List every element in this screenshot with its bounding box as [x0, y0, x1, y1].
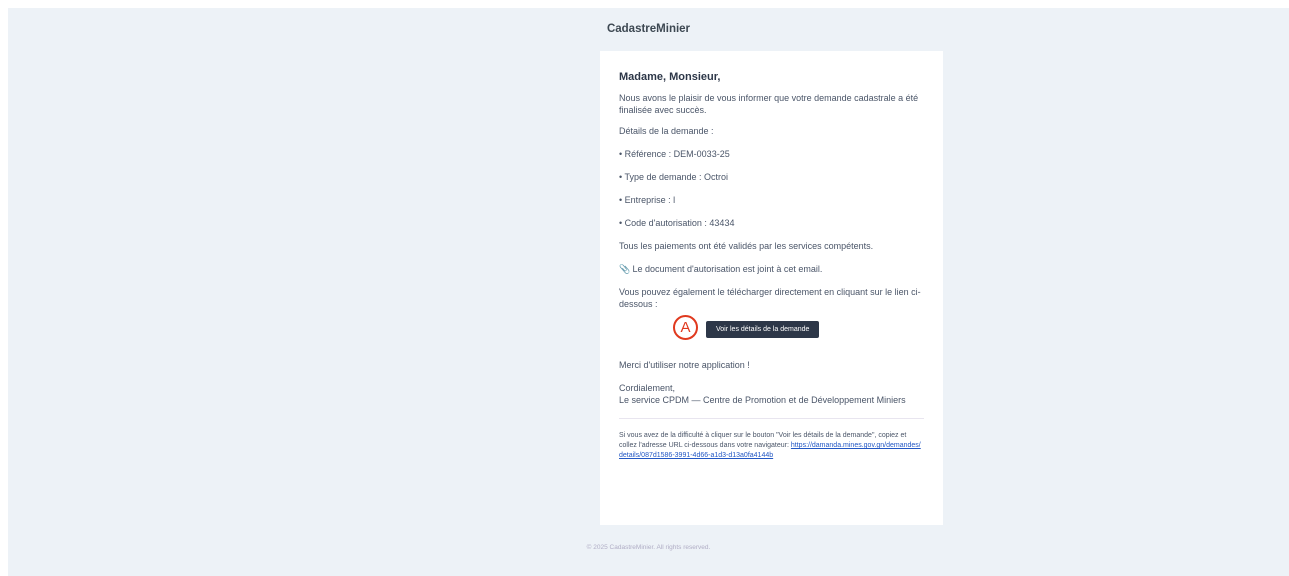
payments-text: Tous les paiements ont été validés par l… [619, 241, 874, 251]
subcopy: Si vous avez de la difficulté à cliquer … [619, 431, 924, 461]
detail-auth-code: • Code d'autorisation : 43434 [619, 218, 735, 228]
annotation-marker: A [673, 315, 698, 340]
paperclip-icon: 📎 [619, 264, 631, 274]
detail-reference: • Référence : DEM-0033-25 [619, 149, 730, 159]
signature-text: Le service CPDM — Centre de Promotion et… [619, 395, 906, 405]
attachment-line: 📎 Le document d'autorisation est joint à… [619, 263, 924, 275]
detail-type: • Type de demande : Octroi [619, 172, 729, 182]
intro-text: Nous avons le plaisir de vous informer q… [619, 93, 919, 115]
detail-company: • Entreprise : l [619, 195, 676, 205]
footer-copyright: © 2025 CadastreMinier. All rights reserv… [586, 544, 711, 551]
greeting: Madame, Monsieur, [619, 71, 721, 83]
details-heading: Détails de la demande : [619, 126, 714, 136]
button-row: A Voir les détails de la demande [619, 315, 924, 343]
download-hint: Vous pouvez également le télécharger dir… [619, 287, 921, 309]
attachment-text: Le document d'autorisation est joint à c… [632, 264, 823, 274]
email-card: Madame, Monsieur, Nous avons le plaisir … [600, 51, 943, 525]
view-details-button[interactable]: Voir les détails de la demande [706, 321, 820, 338]
email-page: CadastreMinier Madame, Monsieur, Nous av… [8, 8, 1289, 576]
brand-title[interactable]: CadastreMinier [8, 23, 1289, 35]
divider [619, 418, 924, 419]
closing-text: Cordialement, [619, 383, 676, 393]
thanks-text: Merci d'utiliser notre application ! [619, 360, 750, 370]
